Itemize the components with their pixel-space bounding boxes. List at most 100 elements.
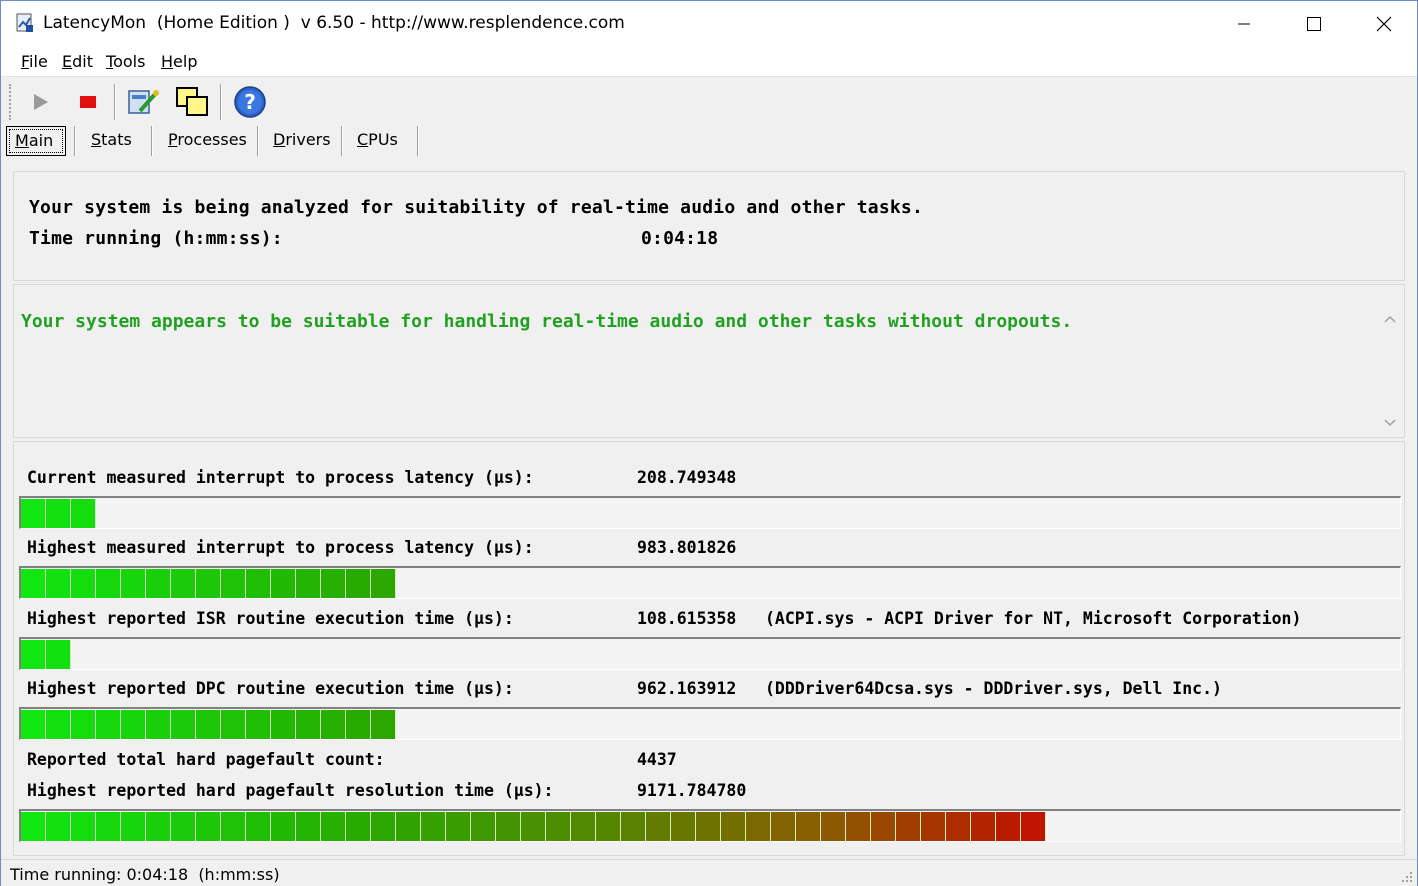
bar-segment [646,812,671,841]
toolbar-grip[interactable] [9,84,12,120]
tab-separator [151,126,153,156]
status-bar: Time running: 0:04:18 (h:mm:ss) [1,859,1417,886]
windows-icon [176,87,208,116]
bar-segment [321,569,346,598]
pagefault-time-label: Highest reported hard pagefault resoluti… [27,781,554,800]
menu-file[interactable]: File [21,52,48,71]
highest-latency-bar-fill [21,569,396,598]
help-icon: ? [234,86,266,118]
bar-segment [246,710,271,739]
bar-segment [296,710,321,739]
close-button[interactable] [1349,1,1418,47]
tab-cpus[interactable]: CPUs [349,126,406,156]
analysis-panel: Your system is being analyzed for suitab… [13,171,1405,281]
close-icon [1376,16,1392,32]
bar-segment [146,710,171,739]
bar-segment [946,812,971,841]
bar-segment [21,499,46,528]
tab-cpus-mnemonic: C [357,130,369,149]
bar-segment [1021,812,1046,841]
analysis-message: Your system is being analyzed for suitab… [29,197,923,218]
bar-segment [746,812,771,841]
window-title: LatencyMon (Home Edition ) v 6.50 - http… [43,13,625,33]
highest-isr-label: Highest reported ISR routine execution t… [27,609,514,628]
menu-file-mnemonic: F [21,52,30,71]
menu-tools-mnemonic: T [106,52,114,71]
bar-segment [46,812,71,841]
current-latency-bar-fill [21,499,96,528]
tab-main[interactable]: Main [6,126,66,156]
toolbar-separator [114,84,116,120]
scroll-up-icon[interactable] [1384,315,1396,323]
pagefault-time-bar [19,809,1401,842]
start-button[interactable] [23,84,57,120]
tab-drivers[interactable]: Drivers [265,126,339,156]
bar-segment [146,569,171,598]
bar-segment [321,812,346,841]
scroll-down-icon[interactable] [1384,419,1396,427]
highest-isr-bar [19,637,1401,670]
svg-text:?: ? [244,90,256,114]
bar-segment [221,710,246,739]
bar-segment [21,812,46,841]
tab-main-label: ain [28,131,54,150]
highest-dpc-label: Highest reported DPC routine execution t… [27,679,514,698]
bar-segment [221,812,246,841]
highest-dpc-bar [19,707,1401,740]
tab-bar: Main Stats Processes Drivers CPUs [1,124,1417,158]
menu-help[interactable]: Help [161,52,197,71]
bar-segment [21,640,46,669]
bar-segment [121,710,146,739]
play-icon [34,94,48,110]
metrics-panel: Current measured interrupt to process la… [13,441,1405,856]
pagefault-time-value: 9171.784780 [637,781,747,800]
minimize-button[interactable] [1209,1,1279,47]
bar-segment [346,812,371,841]
bar-segment [171,710,196,739]
bar-segment [271,710,296,739]
menu-tools[interactable]: Tools [106,52,145,71]
highest-latency-bar [19,566,1401,599]
bar-segment [971,812,996,841]
tab-separator [74,126,76,156]
tab-drivers-label: rivers [285,130,331,149]
bar-segment [371,710,396,739]
verdict-text: Your system appears to be suitable for h… [21,311,1073,332]
bar-segment [221,569,246,598]
pagefault-count-value: 4437 [637,750,677,769]
bar-segment [996,812,1021,841]
resize-grip-icon[interactable] [1399,869,1413,883]
bar-segment [71,499,96,528]
bar-segment [46,640,71,669]
time-running-label: Time running (h:mm:ss): [29,228,283,249]
pagefault-count-label: Reported total hard pagefault count: [27,750,385,769]
menu-help-label: elp [173,52,198,71]
menu-edit[interactable]: Edit [62,52,93,71]
current-latency-bar [19,496,1401,529]
status-text: Time running: 0:04:18 (h:mm:ss) [10,865,280,884]
windows-button[interactable] [175,84,209,120]
maximize-button[interactable] [1279,1,1349,47]
driver-tool-button[interactable] [126,84,160,120]
bar-segment [96,812,121,841]
bar-segment [96,710,121,739]
bar-segment [871,812,896,841]
bar-segment [496,812,521,841]
tab-processes[interactable]: Processes [160,126,255,156]
bar-segment [846,812,871,841]
tab-separator [257,126,259,156]
bar-segment [21,710,46,739]
title-bar[interactable]: LatencyMon (Home Edition ) v 6.50 - http… [1,1,1417,47]
menu-file-label: ile [29,52,48,71]
menu-edit-label: dit [72,52,93,71]
help-button[interactable]: ? [233,84,267,120]
tab-separator [341,126,343,156]
highest-latency-value: 983.801826 [637,538,737,557]
bar-segment [296,569,321,598]
highest-latency-label: Highest measured interrupt to process la… [27,538,534,557]
bar-segment [46,710,71,739]
verdict-scrollbar[interactable] [1378,309,1402,437]
tab-stats[interactable]: Stats [83,126,140,156]
bar-segment [471,812,496,841]
stop-button[interactable] [71,84,105,120]
